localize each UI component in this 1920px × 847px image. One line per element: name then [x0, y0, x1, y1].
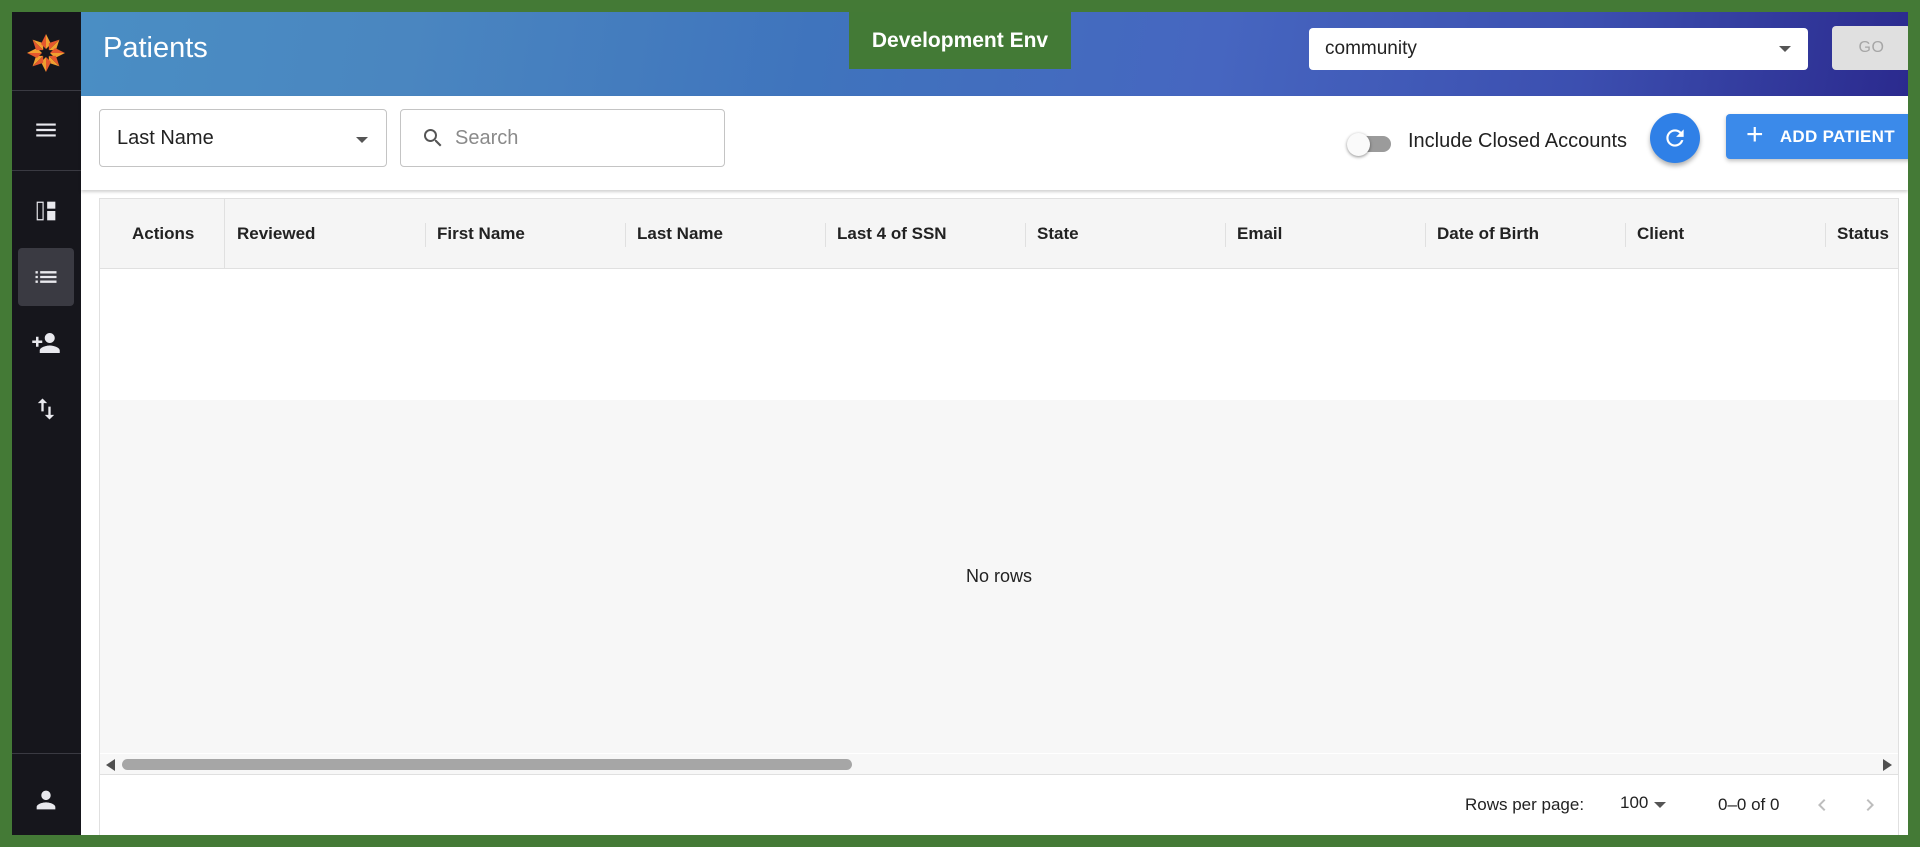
scrollbar-thumb[interactable] [122, 759, 852, 770]
import-export-icon [37, 398, 55, 420]
add-patient-label: ADD PATIENT [1779, 126, 1895, 146]
list-icon [35, 271, 57, 283]
column-header[interactable]: Client [1637, 199, 1684, 269]
app-header: Patients Development Env community GO [81, 12, 1908, 96]
column-header[interactable]: Email [1237, 199, 1282, 269]
sidebar-divider [12, 90, 81, 91]
column-header[interactable]: State [1037, 199, 1079, 269]
scroll-right-icon[interactable] [1883, 759, 1892, 771]
refresh-icon [1666, 129, 1684, 147]
column-divider [425, 223, 426, 247]
pagination-range: 0–0 of 0 [1718, 795, 1780, 814]
menu-icon [36, 123, 56, 137]
go-button[interactable]: GO [1832, 26, 1908, 70]
column-divider [625, 223, 626, 247]
sidebar-item-transfer[interactable] [18, 380, 74, 438]
horizontal-scrollbar[interactable] [100, 754, 1898, 774]
column-header[interactable]: Actions [132, 199, 194, 269]
app-frame: Patients Development Env community GO La… [12, 12, 1908, 835]
column-header[interactable]: Date of Birth [1437, 199, 1539, 269]
no-rows-message: No rows [965, 566, 1032, 586]
sidebar-item-add-person[interactable] [18, 314, 74, 372]
page-title: Patients [103, 32, 208, 64]
grid-body [100, 270, 1898, 400]
include-closed-toggle[interactable] [1347, 133, 1393, 156]
chevron-right-icon [1866, 799, 1874, 811]
column-header[interactable]: Last 4 of SSN [837, 199, 947, 269]
chevron-down-icon [1779, 46, 1791, 52]
menu-button[interactable] [18, 101, 74, 159]
search-input[interactable] [455, 126, 705, 150]
previous-page-button[interactable] [1804, 787, 1840, 823]
chevron-down-icon [356, 137, 368, 143]
grid-header: Actions Reviewed First Name Last Name La… [100, 199, 1898, 269]
column-divider [825, 223, 826, 247]
patients-grid: Actions Reviewed First Name Last Name La… [99, 198, 1899, 835]
column-divider [1025, 223, 1026, 247]
chevron-left-icon [1818, 799, 1826, 811]
column-divider [1225, 223, 1226, 247]
organization-select[interactable]: community [1309, 28, 1808, 70]
column-divider [224, 199, 225, 269]
column-header[interactable]: Last Name [637, 199, 723, 269]
rows-per-page-value: 100 [1620, 793, 1649, 812]
sidebar-divider [12, 170, 81, 171]
dashboard-icon [36, 201, 56, 221]
sidebar-item-patients[interactable] [18, 248, 74, 306]
rows-per-page-label: Rows per page: [1465, 795, 1585, 814]
sidebar-divider [12, 753, 81, 754]
column-divider [1625, 223, 1626, 247]
account-button[interactable] [18, 771, 74, 829]
column-header[interactable]: Status [1837, 199, 1889, 269]
filter-toolbar: Last Name Include Closed Accounts + ADD … [81, 96, 1908, 190]
empty-state: No rows [100, 400, 1898, 753]
environment-badge: Development Env [849, 12, 1071, 69]
search-icon [424, 129, 442, 147]
column-header[interactable]: First Name [437, 199, 525, 269]
search-field-select[interactable]: Last Name [99, 109, 387, 167]
toggle-thumb [1347, 133, 1370, 156]
next-page-button[interactable] [1852, 787, 1888, 823]
scroll-left-icon[interactable] [106, 759, 115, 771]
column-header[interactable]: Reviewed [237, 199, 315, 269]
search-field-select-value: Last Name [117, 126, 214, 149]
include-closed-label: Include Closed Accounts [1408, 130, 1628, 152]
sidebar [12, 12, 81, 835]
person-add-icon [32, 333, 60, 353]
rows-per-page-select[interactable]: 100 [1620, 793, 1680, 817]
search-box[interactable] [400, 109, 725, 167]
chevron-down-icon [1654, 802, 1666, 808]
person-icon [36, 790, 56, 810]
refresh-button[interactable] [1650, 113, 1700, 163]
organization-select-value: community [1325, 38, 1417, 59]
logo-icon [18, 18, 74, 88]
column-divider [1825, 223, 1826, 247]
sidebar-item-dashboard[interactable] [18, 182, 74, 240]
column-divider [1425, 223, 1426, 247]
grid-footer: Rows per page: 100 0–0 of 0 [100, 774, 1898, 835]
add-patient-button[interactable]: + ADD PATIENT [1726, 114, 1908, 159]
plus-icon: + [1746, 118, 1764, 151]
